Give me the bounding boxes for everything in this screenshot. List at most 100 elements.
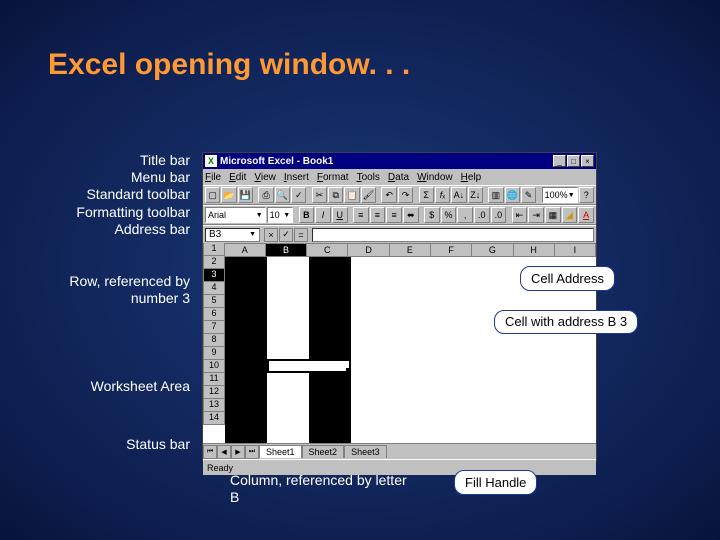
tab-scroll-prev-icon[interactable]: ◀: [217, 445, 231, 459]
col-header-d[interactable]: D: [348, 243, 389, 257]
sort-asc-icon[interactable]: A↓: [451, 187, 466, 203]
callout-fill-handle: Fill Handle: [454, 470, 537, 495]
row-header-14[interactable]: 14: [203, 412, 225, 425]
window-title: Microsoft Excel - Book1: [220, 156, 553, 167]
drawing-icon[interactable]: ✎: [521, 187, 536, 203]
save-icon[interactable]: 💾: [238, 187, 253, 203]
tab-scroll-next-icon[interactable]: ▶: [231, 445, 245, 459]
enter-icon[interactable]: ✓: [279, 228, 293, 242]
sheet-tab-1[interactable]: Sheet1: [259, 445, 302, 458]
italic-icon[interactable]: I: [315, 207, 331, 223]
tab-scroll-last-icon[interactable]: ⏭: [245, 445, 259, 459]
col-header-i[interactable]: I: [555, 243, 596, 257]
tab-scroll-first-icon[interactable]: ⏮: [203, 445, 217, 459]
decimal-dec-icon[interactable]: .0: [491, 207, 507, 223]
format-painter-icon[interactable]: 🖌: [361, 187, 376, 203]
redo-icon[interactable]: ↷: [398, 187, 413, 203]
menu-format[interactable]: Format: [317, 172, 349, 183]
decimal-inc-icon[interactable]: .0: [474, 207, 490, 223]
row-header-1[interactable]: 1: [203, 243, 225, 256]
name-box[interactable]: B3▼: [205, 228, 260, 242]
indent-inc-icon[interactable]: ⇥: [528, 207, 544, 223]
menu-view[interactable]: View: [254, 172, 276, 183]
align-center-icon[interactable]: ≡: [370, 207, 386, 223]
close-button[interactable]: ×: [581, 155, 594, 167]
row-header-2[interactable]: 2: [203, 256, 225, 269]
fill-handle[interactable]: [346, 368, 351, 373]
col-header-h[interactable]: H: [514, 243, 555, 257]
font-name-combo[interactable]: Arial▼: [205, 207, 266, 223]
row-header-5[interactable]: 5: [203, 295, 225, 308]
new-icon[interactable]: ▢: [205, 187, 220, 203]
label-menu-bar: Menu bar: [20, 169, 190, 185]
title-bar: X Microsoft Excel - Book1 _ □ ×: [203, 153, 596, 169]
selection-rectangle: [267, 359, 351, 373]
row-header-10[interactable]: 10: [203, 360, 225, 373]
col-header-b[interactable]: B: [266, 243, 307, 257]
cancel-icon[interactable]: ×: [264, 228, 278, 242]
minimize-button[interactable]: _: [553, 155, 566, 167]
label-worksheet-area: Worksheet Area: [20, 378, 190, 395]
copy-icon[interactable]: ⧉: [328, 187, 343, 203]
menu-help[interactable]: Help: [461, 172, 482, 183]
col-header-e[interactable]: E: [390, 243, 431, 257]
row-header-7[interactable]: 7: [203, 321, 225, 334]
indent-dec-icon[interactable]: ⇤: [512, 207, 528, 223]
menu-edit[interactable]: Edit: [229, 172, 246, 183]
col-header-a[interactable]: A: [225, 243, 266, 257]
cut-icon[interactable]: ✂: [312, 187, 327, 203]
row-header-4[interactable]: 4: [203, 282, 225, 295]
open-icon[interactable]: 📂: [221, 187, 236, 203]
align-right-icon[interactable]: ≡: [386, 207, 402, 223]
col-header-c[interactable]: C: [307, 243, 348, 257]
col-header-f[interactable]: F: [431, 243, 472, 257]
help-icon[interactable]: ?: [579, 187, 594, 203]
comma-icon[interactable]: ,: [457, 207, 473, 223]
label-address-bar: Address bar: [20, 221, 190, 237]
label-status-bar: Status bar: [20, 436, 190, 452]
row-header-9[interactable]: 9: [203, 347, 225, 360]
map-icon[interactable]: 🌐: [505, 187, 520, 203]
bold-icon[interactable]: B: [299, 207, 315, 223]
column-a-fill: [225, 257, 267, 443]
menu-window[interactable]: Window: [417, 172, 453, 183]
font-color-icon[interactable]: A: [578, 207, 594, 223]
formula-input[interactable]: [312, 228, 594, 242]
underline-icon[interactable]: U: [332, 207, 348, 223]
row-header-13[interactable]: 13: [203, 399, 225, 412]
borders-icon[interactable]: ▦: [545, 207, 561, 223]
merge-icon[interactable]: ⬌: [403, 207, 419, 223]
row-header-3[interactable]: 3: [203, 269, 225, 282]
menu-data[interactable]: Data: [388, 172, 409, 183]
sheet-tab-2[interactable]: Sheet2: [302, 445, 345, 458]
paste-icon[interactable]: 📋: [344, 187, 359, 203]
undo-icon[interactable]: ↶: [381, 187, 396, 203]
row-header-8[interactable]: 8: [203, 334, 225, 347]
function-icon[interactable]: fₓ: [435, 187, 450, 203]
autosum-icon[interactable]: Σ: [419, 187, 434, 203]
preview-icon[interactable]: 🔍: [275, 187, 290, 203]
sort-desc-icon[interactable]: Z↓: [468, 187, 483, 203]
slide-title: Excel opening window. . .: [48, 48, 410, 82]
zoom-combo[interactable]: 100%▼: [542, 187, 578, 203]
menu-tools[interactable]: Tools: [357, 172, 380, 183]
label-row: Row, referenced by number 3: [20, 273, 190, 307]
percent-icon[interactable]: %: [441, 207, 457, 223]
currency-icon[interactable]: $: [424, 207, 440, 223]
menu-insert[interactable]: Insert: [284, 172, 309, 183]
chart-icon[interactable]: ▥: [488, 187, 503, 203]
menu-file[interactable]: File: [205, 172, 221, 183]
font-size-combo[interactable]: 10▼: [267, 207, 293, 223]
maximize-button[interactable]: □: [567, 155, 580, 167]
col-header-g[interactable]: G: [472, 243, 513, 257]
row-header-6[interactable]: 6: [203, 308, 225, 321]
align-left-icon[interactable]: ≡: [353, 207, 369, 223]
fill-color-icon[interactable]: ◢: [562, 207, 578, 223]
row-header-11[interactable]: 11: [203, 373, 225, 386]
spell-icon[interactable]: ✓: [291, 187, 306, 203]
sheet-tab-3[interactable]: Sheet3: [344, 445, 387, 458]
print-icon[interactable]: ⎙: [258, 187, 273, 203]
row-header-12[interactable]: 12: [203, 386, 225, 399]
label-formatting-toolbar: Formatting toolbar: [20, 204, 190, 220]
fx-icon[interactable]: =: [294, 228, 308, 242]
